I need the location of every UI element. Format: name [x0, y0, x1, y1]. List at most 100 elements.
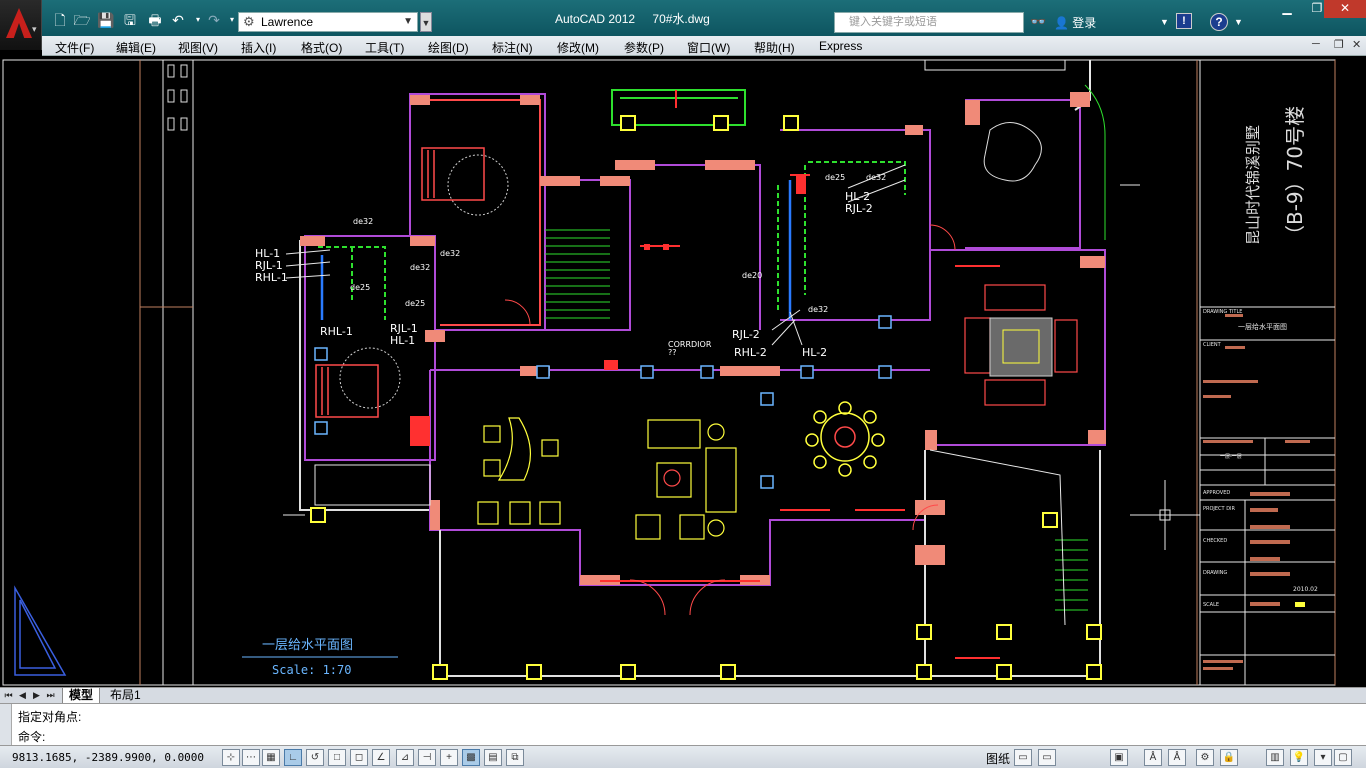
- tab-layout1[interactable]: 布局1: [104, 688, 147, 704]
- prev-tab-icon[interactable]: ◀: [17, 689, 28, 702]
- object-snap-icon[interactable]: □: [328, 749, 346, 766]
- pipe-label: de20: [742, 271, 762, 280]
- hardware-acceleration-icon[interactable]: ▥: [1266, 749, 1284, 766]
- model-paper-toggle[interactable]: 图纸: [986, 750, 1010, 767]
- annotation-scale-icon[interactable]: Å: [1144, 749, 1162, 766]
- quick-access-customize-button[interactable]: ▼: [420, 12, 432, 32]
- title-block-label: DRAWING: [1203, 570, 1227, 576]
- menu-draw[interactable]: 绘图(D): [428, 39, 469, 56]
- menu-window[interactable]: 窗口(W): [687, 39, 730, 56]
- title-block-date: 2010.02: [1293, 586, 1318, 593]
- print-icon[interactable]: 🖶: [145, 11, 165, 29]
- binoculars-icon[interactable]: 👓: [1030, 14, 1046, 30]
- undo-icon[interactable]: ↶: [168, 11, 188, 29]
- pipe-label: HL-2: [802, 346, 827, 359]
- command-line[interactable]: 指定对角点: 命令:: [0, 703, 1366, 746]
- save-icon[interactable]: 💾: [96, 11, 116, 29]
- floor-plan-drawing: HL-1 RJL-1 RHL-1 RHL-1 RJL-1 HL-1 RJL-2 …: [2, 59, 1336, 686]
- user-icon: 👤: [1054, 16, 1069, 30]
- grid-display-icon[interactable]: ▦: [262, 749, 280, 766]
- snap-mode-icon[interactable]: ⋯: [242, 749, 260, 766]
- coordinate-readout[interactable]: 9813.1685, -2389.9900, 0.0000: [12, 751, 204, 764]
- dynamic-input-icon[interactable]: ⊣: [418, 749, 436, 766]
- doc-minimize-button[interactable]: ─: [1312, 38, 1320, 50]
- lineweight-icon[interactable]: +: [440, 749, 458, 766]
- doc-restore-button[interactable]: ❐: [1334, 38, 1344, 51]
- isolate-objects-icon[interactable]: 💡: [1290, 749, 1308, 766]
- exchange-icon[interactable]: !: [1176, 13, 1192, 29]
- title-block-value: 一层给水平面图: [1238, 322, 1287, 331]
- title-block-label: CLIENT: [1203, 342, 1222, 348]
- minimize-button[interactable]: ▁: [1272, 0, 1302, 18]
- sheet-code: 一层-一层: [1220, 454, 1242, 460]
- plan-title: 一层给水平面图: [262, 638, 353, 653]
- menu-help[interactable]: 帮助(H): [754, 39, 795, 56]
- model-space-canvas[interactable]: HL-1 RJL-1 RHL-1 RHL-1 RJL-1 HL-1 RJL-2 …: [0, 56, 1366, 687]
- status-bar: 9813.1685, -2389.9900, 0.0000 ⊹ ⋯ ▦ ∟ ↺ …: [0, 745, 1366, 768]
- workspace-switching-icon[interactable]: ⚙: [1196, 749, 1214, 766]
- title-block-label: PROJECT DIR: [1203, 506, 1236, 512]
- menu-tools[interactable]: 工具(T): [365, 39, 404, 56]
- chevron-down-icon: ▾: [32, 24, 37, 34]
- pipe-label: de25: [405, 299, 425, 308]
- workspace-value: Lawrence: [261, 15, 314, 29]
- title-bar: ▾ 🗋 🗁 💾 🖫 🖶 ↶ ▾ ↷ ▾ ⚙ Lawrence ▼ ▼ AutoC…: [0, 0, 1366, 50]
- selection-cycling-icon[interactable]: ⧉: [506, 749, 524, 766]
- chevron-down-icon[interactable]: ▼: [1234, 17, 1243, 27]
- workspace-select[interactable]: ⚙ Lawrence ▼: [238, 12, 418, 32]
- transparency-icon[interactable]: ▩: [462, 749, 480, 766]
- doc-close-button[interactable]: ✕: [1352, 38, 1361, 51]
- object-snap-tracking-icon[interactable]: ∠: [372, 749, 390, 766]
- corridor-sublabel: ??: [668, 348, 677, 357]
- status-menu-icon[interactable]: ▾: [1314, 749, 1332, 766]
- pipe-label: RJL-2: [732, 328, 760, 341]
- menu-parametric[interactable]: 参数(P): [624, 39, 664, 56]
- new-file-icon[interactable]: 🗋: [50, 11, 70, 29]
- application-menu-button[interactable]: ▾: [0, 0, 42, 50]
- lock-icon[interactable]: 🔒: [1220, 749, 1238, 766]
- ortho-mode-icon[interactable]: ∟: [284, 749, 302, 766]
- chevron-down-icon[interactable]: ▼: [1160, 17, 1169, 27]
- help-icon[interactable]: ?: [1210, 13, 1228, 31]
- last-tab-icon[interactable]: ⏭: [45, 689, 56, 702]
- command-input[interactable]: 命令:: [18, 728, 45, 745]
- menu-dimension[interactable]: 标注(N): [492, 39, 533, 56]
- next-tab-icon[interactable]: ▶: [31, 689, 42, 702]
- menu-format[interactable]: 格式(O): [301, 39, 342, 56]
- app-name: AutoCAD 2012: [555, 12, 636, 26]
- polar-tracking-icon[interactable]: ↺: [306, 749, 324, 766]
- annotation-visibility-icon[interactable]: Å: [1168, 749, 1186, 766]
- menu-edit[interactable]: 编辑(E): [116, 39, 156, 56]
- first-tab-icon[interactable]: ⏮: [3, 689, 14, 702]
- pipe-label: de32: [353, 217, 373, 226]
- menu-insert[interactable]: 插入(I): [241, 39, 276, 56]
- menu-file[interactable]: 文件(F): [55, 39, 94, 56]
- login-button[interactable]: 👤 登录: [1054, 14, 1096, 31]
- layout-tab-bar: ⏮ ◀ ▶ ⏭ 模型 布局1: [0, 687, 1366, 704]
- pipe-label: RHL-1: [255, 271, 288, 284]
- clean-screen-icon[interactable]: ▢: [1334, 749, 1352, 766]
- login-label: 登录: [1072, 16, 1097, 30]
- search-input[interactable]: 键入关键字或短语: [834, 12, 1024, 33]
- pipe-label: de25: [825, 173, 845, 182]
- title-block-label: CHECKED: [1203, 538, 1227, 544]
- open-file-icon[interactable]: 🗁: [72, 11, 92, 29]
- close-button[interactable]: ✕: [1324, 0, 1366, 18]
- 3d-object-snap-icon[interactable]: ◻: [350, 749, 368, 766]
- pipe-label: HL-1: [390, 334, 415, 347]
- redo-icon[interactable]: ↷: [204, 11, 224, 29]
- quick-view-drawings-icon[interactable]: ▭: [1038, 749, 1056, 766]
- quick-view-layouts-icon[interactable]: ▭: [1014, 749, 1032, 766]
- menu-express[interactable]: Express: [819, 39, 862, 53]
- quick-properties-icon[interactable]: ▤: [484, 749, 502, 766]
- pipe-label: de32: [808, 305, 828, 314]
- save-as-icon[interactable]: 🖫: [120, 11, 140, 29]
- menu-view[interactable]: 视图(V): [178, 39, 218, 56]
- menu-modify[interactable]: 修改(M): [557, 39, 599, 56]
- maximize-viewport-icon[interactable]: ▣: [1110, 749, 1128, 766]
- infer-constraints-icon[interactable]: ⊹: [222, 749, 240, 766]
- dynamic-ucs-icon[interactable]: ⊿: [396, 749, 414, 766]
- command-line-grip[interactable]: [0, 704, 12, 746]
- file-name: 70#水.dwg: [652, 12, 710, 26]
- tab-model[interactable]: 模型: [62, 688, 101, 704]
